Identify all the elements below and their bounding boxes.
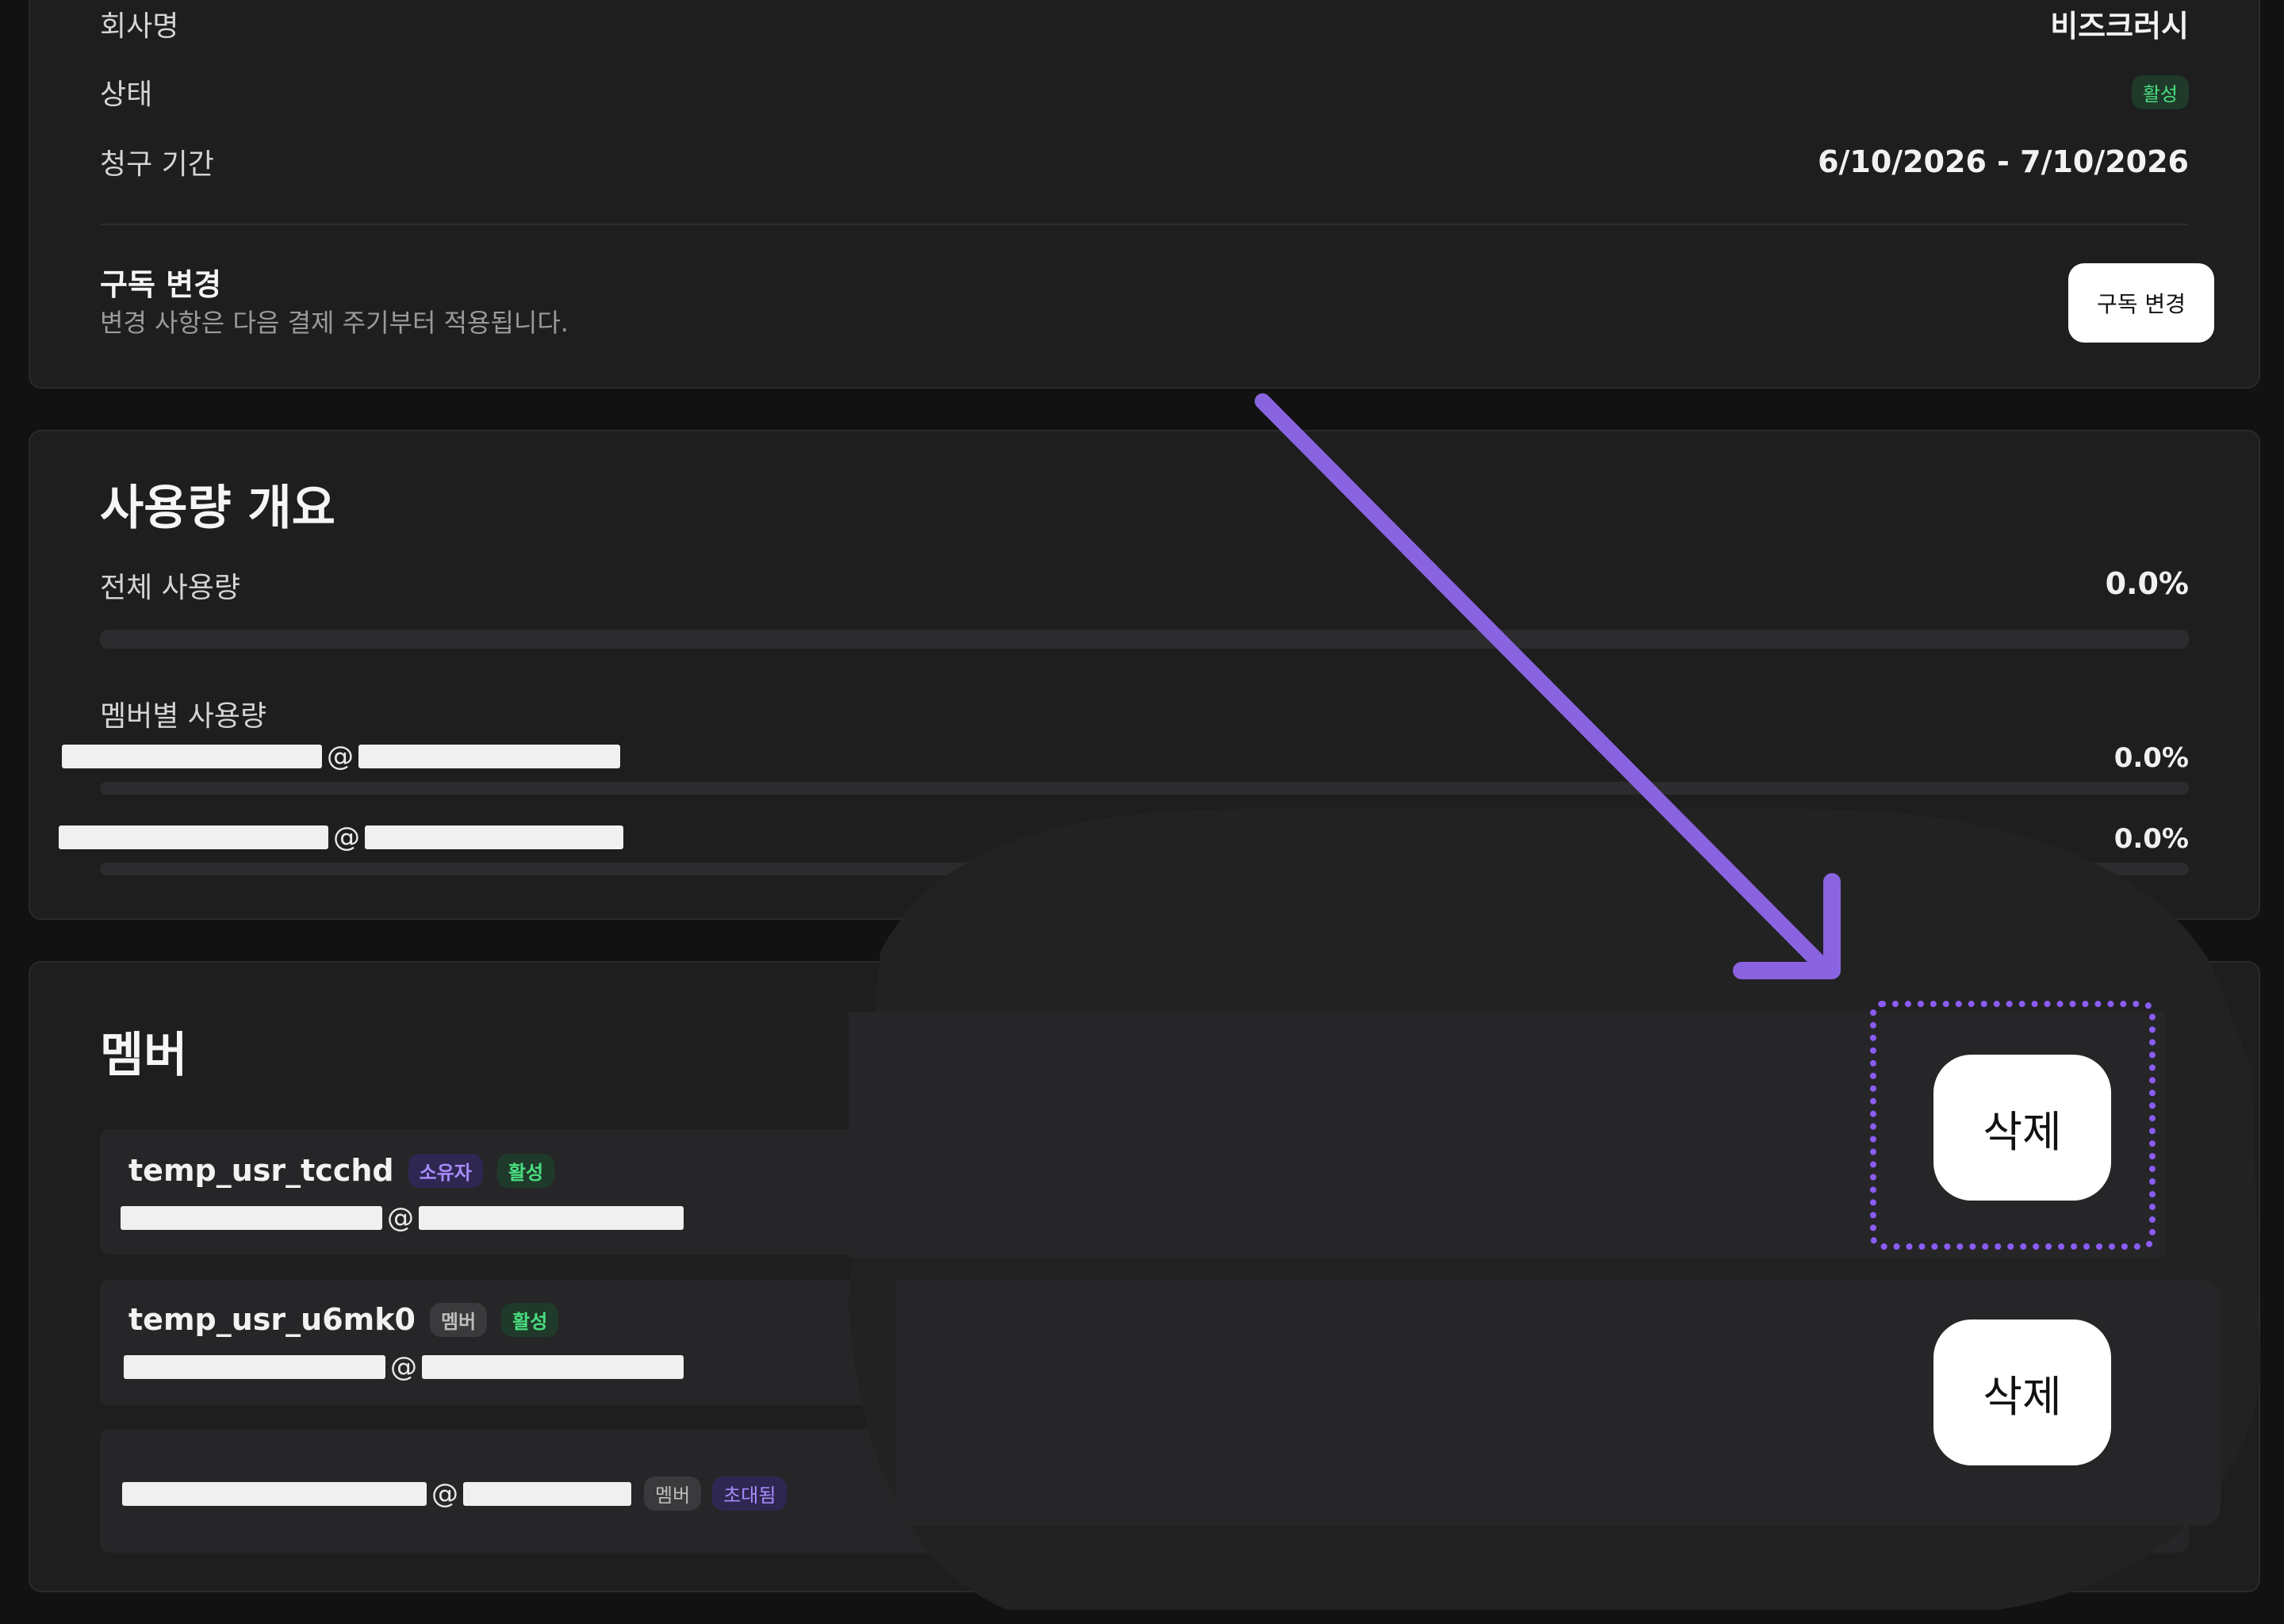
member-email-1: @ (121, 1202, 684, 1234)
total-usage-value: 0.0% (2105, 566, 2189, 601)
redacted-email-domain (419, 1206, 684, 1230)
redacted-email-user (124, 1355, 385, 1379)
status-label: 상태 (100, 79, 153, 111)
members-title: 멤버 (100, 1028, 188, 1083)
change-subscription-button[interactable]: 구독 변경 (2068, 263, 2214, 343)
company-label: 회사명 (100, 10, 179, 43)
status-badge: 초대됨 (712, 1477, 788, 1511)
email-at: @ (431, 1477, 458, 1510)
redacted-email-user (62, 745, 322, 768)
status-badge: 활성 (496, 1153, 555, 1188)
redacted-email-user (122, 1481, 427, 1506)
redacted-email-domain (365, 825, 623, 849)
member-usage-email-2: @ (59, 822, 623, 853)
member-email-2: @ (124, 1351, 684, 1383)
delete-button-zoomed[interactable]: 삭제 (1933, 1055, 2111, 1201)
role-badge: 소유자 (408, 1153, 483, 1188)
subscription-card: 회사명 비즈크러시 상태 활성 청구 기간 6/10/2026 - 7/10/2… (29, 0, 2260, 389)
email-at: @ (327, 741, 354, 772)
member-name-1: temp_usr_tcchd 소유자 활성 (128, 1153, 555, 1188)
billing-period-label: 청구 기간 (100, 148, 214, 181)
member-usage-bar-1 (100, 782, 2189, 795)
total-usage-label: 전체 사용량 (100, 572, 241, 604)
billing-period-value: 6/10/2026 - 7/10/2026 (1818, 144, 2189, 179)
email-at: @ (387, 1202, 414, 1234)
role-badge: 멤버 (644, 1477, 702, 1511)
email-at: @ (390, 1351, 417, 1383)
change-subscription-title: 구독 변경 (100, 267, 222, 302)
member-usage-value-1: 0.0% (2113, 742, 2189, 774)
usage-title: 사용량 개요 (100, 481, 335, 536)
member-name-2: temp_usr_u6mk0 멤버 활성 (128, 1302, 559, 1337)
member-username: temp_usr_u6mk0 (128, 1302, 416, 1337)
company-value: 비즈크러시 (2050, 9, 2189, 44)
member-email-3: @ 멤버 초대됨 (122, 1477, 788, 1511)
redacted-email-domain (422, 1355, 684, 1379)
total-usage-bar (100, 630, 2189, 649)
member-username: temp_usr_tcchd (128, 1153, 394, 1188)
redacted-email-domain (358, 745, 620, 768)
role-badge: 멤버 (429, 1302, 488, 1337)
status-badge: 활성 (501, 1302, 559, 1337)
redacted-email-user (121, 1206, 382, 1230)
redacted-email-domain (463, 1481, 631, 1506)
change-subscription-desc: 변경 사항은 다음 결제 주기부터 적용됩니다. (100, 308, 569, 338)
zoom-magnifier: 삭제 삭제 (849, 809, 2284, 1618)
divider (100, 224, 2189, 225)
redacted-email-user (59, 825, 328, 849)
delete-button-zoomed[interactable]: 삭제 (1933, 1320, 2111, 1465)
email-at: @ (333, 822, 360, 853)
status-badge: 활성 (2131, 75, 2189, 109)
company-row: 회사명 비즈크러시 (100, 2, 2189, 45)
billing-period-row: 청구 기간 6/10/2026 - 7/10/2026 (100, 141, 2189, 182)
member-usage-email-1: @ (62, 741, 620, 772)
status-row: 상태 활성 (100, 71, 2189, 113)
per-member-usage-label: 멤버별 사용량 (100, 700, 267, 733)
